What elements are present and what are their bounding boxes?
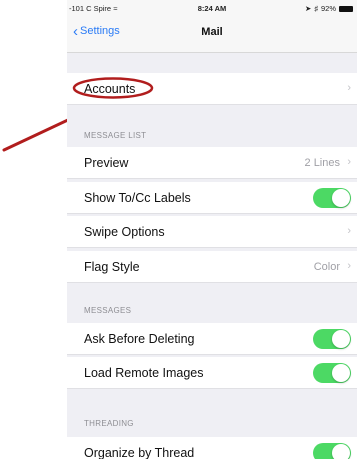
organize-by-thread-toggle[interactable] — [313, 443, 351, 459]
flag-style-label: Flag Style — [84, 260, 140, 274]
navigation-bar: ‹ Settings Mail — [67, 20, 357, 53]
ask-before-deleting-row: Ask Before Deleting — [67, 323, 357, 355]
chevron-right-icon: › — [347, 260, 351, 272]
organize-by-thread-row: Organize by Thread — [67, 437, 357, 459]
chevron-right-icon: › — [347, 225, 351, 237]
toggle-knob — [332, 189, 350, 207]
preview-value: 2 Lines — [304, 157, 340, 169]
accounts-row[interactable]: Accounts › — [67, 73, 357, 105]
chevron-right-icon: › — [347, 156, 351, 168]
location-icon: ➤ — [304, 4, 312, 13]
flag-style-row[interactable]: Flag Style Color › — [67, 251, 357, 283]
section-header-threading: THREADING — [84, 419, 134, 428]
preview-label: Preview — [84, 156, 129, 170]
page-title: Mail — [201, 26, 223, 38]
load-remote-images-row: Load Remote Images — [67, 357, 357, 389]
preview-row[interactable]: Preview 2 Lines › — [67, 147, 357, 179]
toggle-knob — [332, 330, 350, 348]
flag-style-value: Color — [313, 261, 340, 273]
swipe-options-label: Swipe Options — [84, 225, 165, 239]
chevron-right-icon: › — [347, 82, 351, 94]
toggle-knob — [332, 444, 350, 459]
load-remote-images-toggle[interactable] — [313, 363, 351, 383]
organize-by-thread-label: Organize by Thread — [84, 446, 195, 459]
status-bar: -101 C Spire ≈ 8:24 AM ➤ ♯ 92% — [67, 0, 357, 20]
show-to-cc-label: Show To/Cc Labels — [84, 191, 191, 205]
status-right: ➤ ♯ 92% — [305, 4, 353, 13]
ask-before-deleting-label: Ask Before Deleting — [84, 332, 195, 346]
toggle-knob — [332, 364, 350, 382]
ask-before-deleting-toggle[interactable] — [313, 329, 351, 349]
battery-percent: 92% — [320, 4, 336, 13]
section-header-messages: MESSAGES — [84, 306, 132, 315]
swipe-options-row[interactable]: Swipe Options › — [67, 216, 357, 248]
show-to-cc-toggle[interactable] — [313, 188, 351, 208]
section-header-message-list: MESSAGE LIST — [84, 131, 147, 140]
load-remote-images-label: Load Remote Images — [84, 366, 204, 380]
phone-screen: -101 C Spire ≈ 8:24 AM ➤ ♯ 92% ‹ Setting… — [67, 0, 357, 459]
bluetooth-icon: ♯ — [314, 4, 318, 13]
battery-icon — [339, 5, 353, 12]
show-to-cc-row: Show To/Cc Labels — [67, 182, 357, 214]
annotation-circle — [72, 77, 154, 99]
